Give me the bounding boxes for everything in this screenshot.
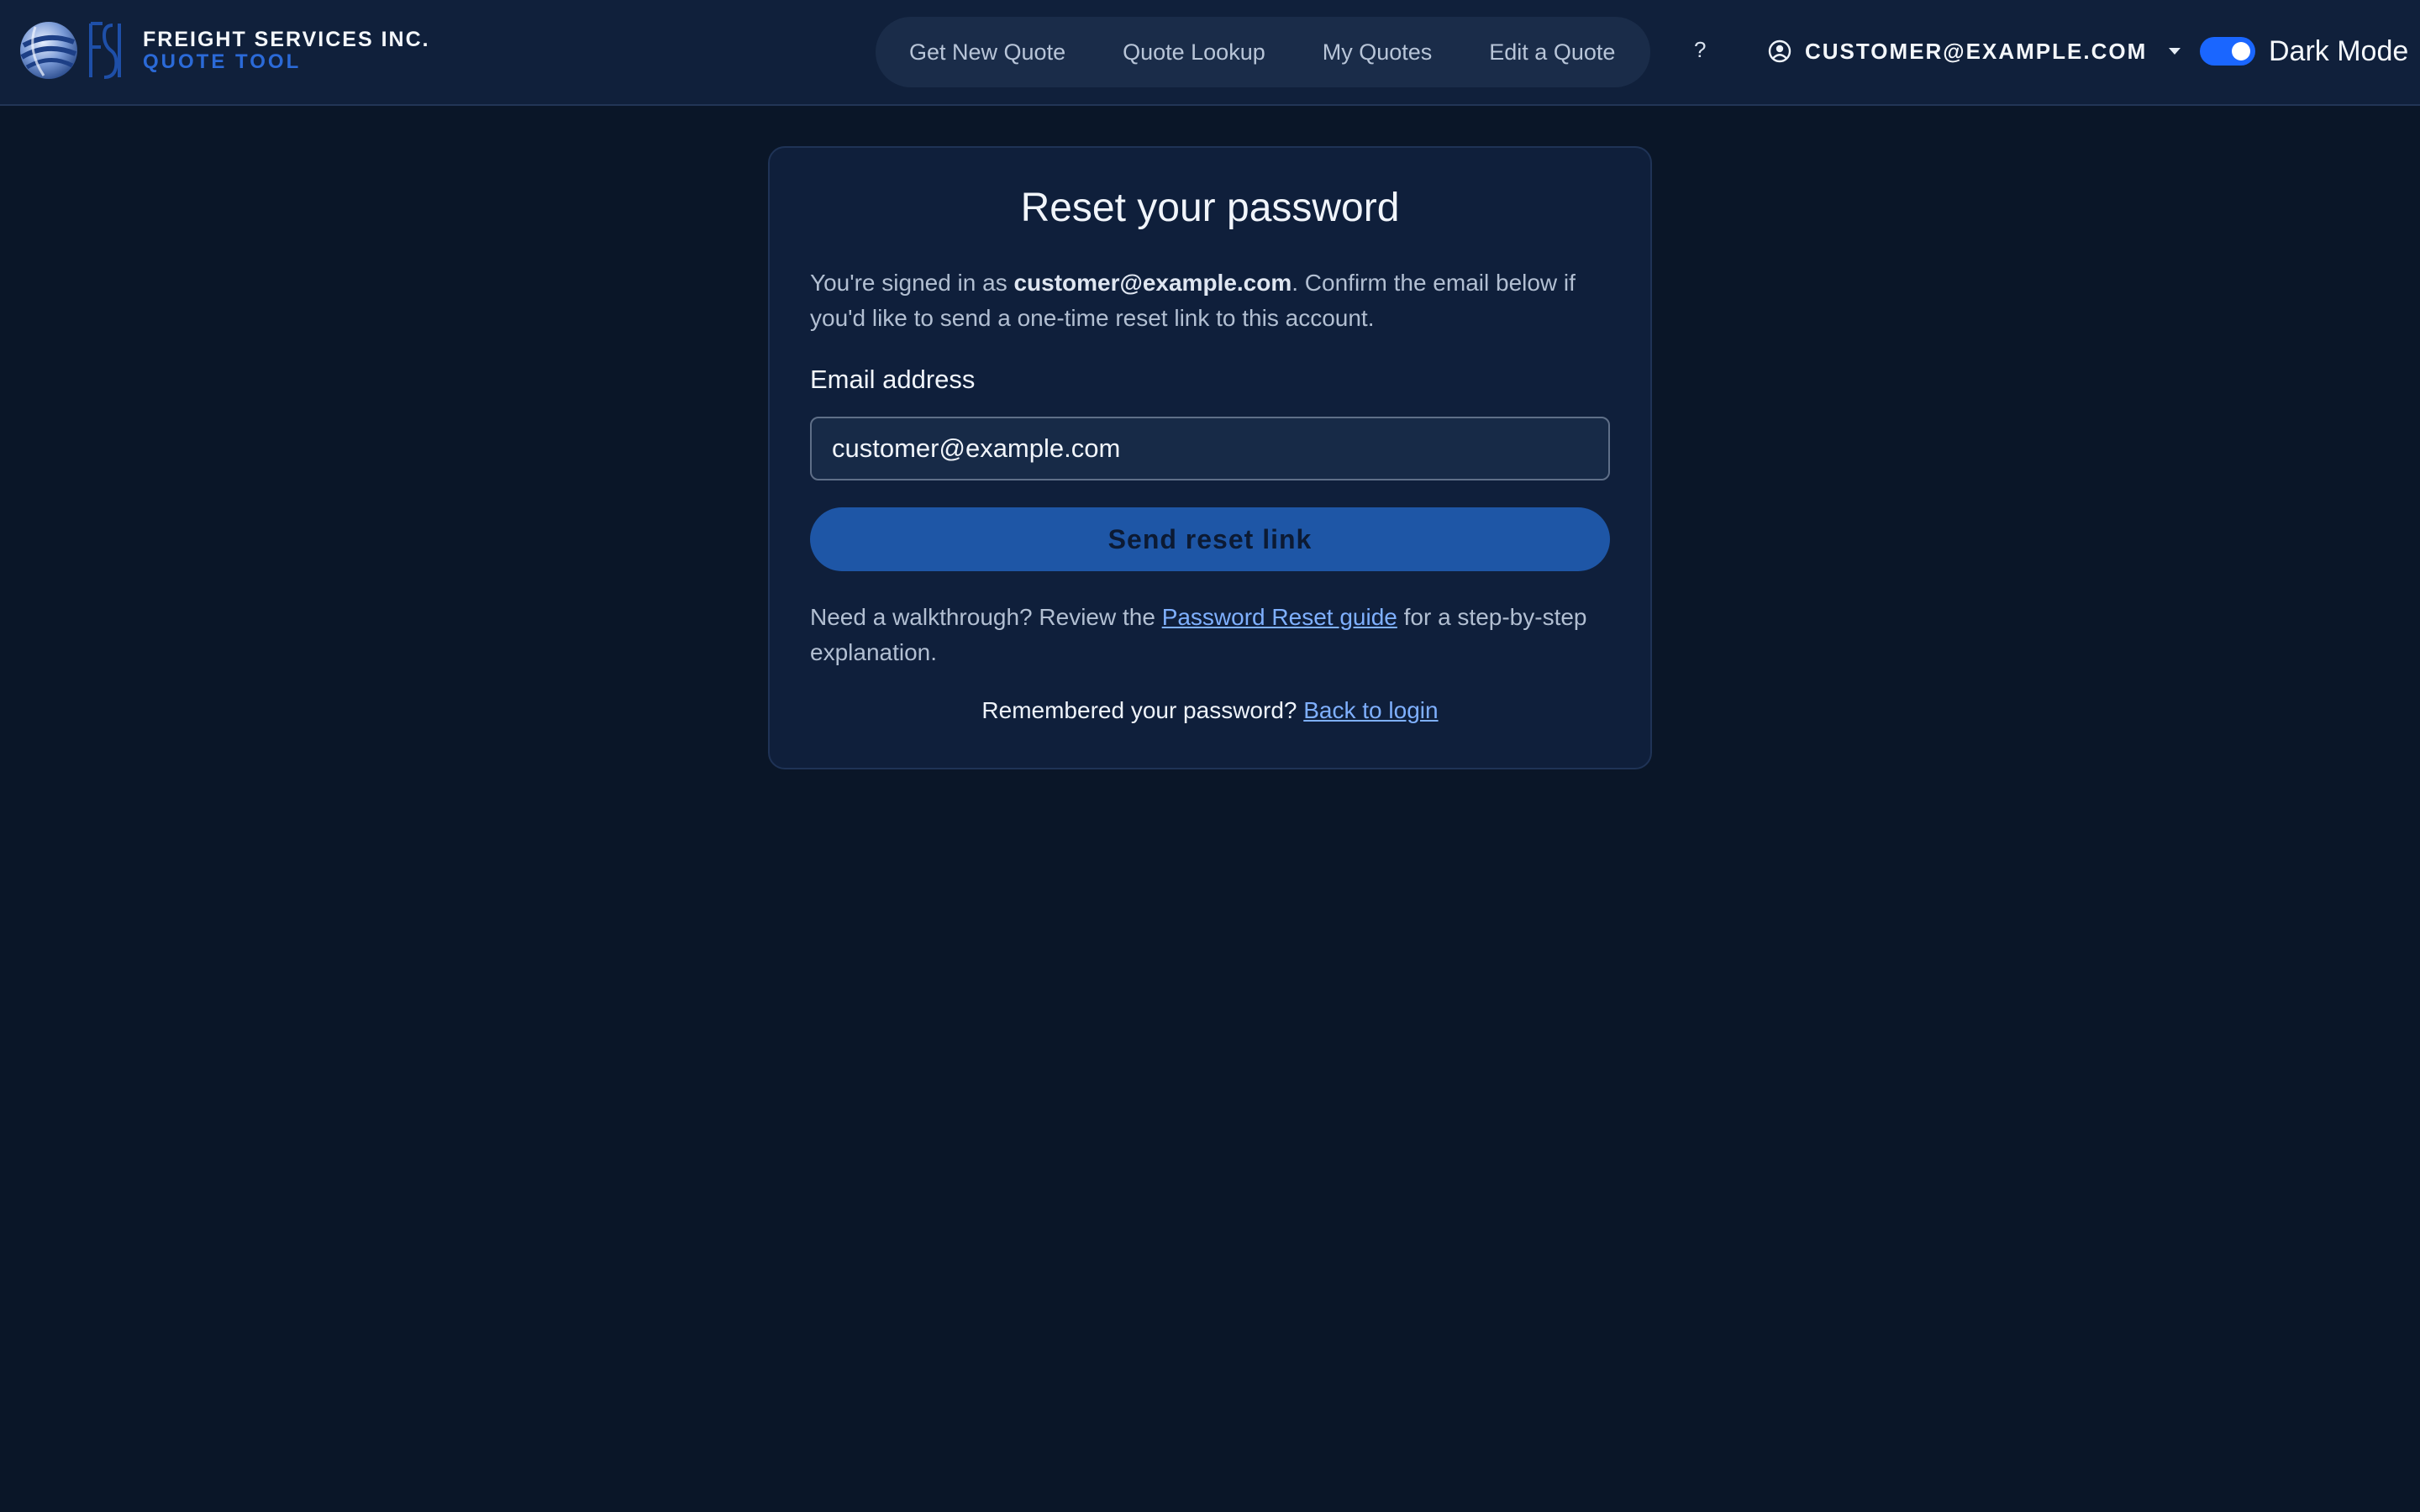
help-button[interactable]: ? xyxy=(1694,37,1706,63)
brand-subtitle: QUOTE TOOL xyxy=(143,50,302,73)
page-title: Reset your password xyxy=(1020,186,1400,230)
user-email: CUSTOMER@EXAMPLE.COM xyxy=(1805,38,2148,64)
fsi-monogram-icon xyxy=(89,22,121,79)
nav-get-new-quote[interactable]: Get New Quote xyxy=(909,39,1065,66)
walkthrough-text: Need a walkthrough? Review the Password … xyxy=(810,600,1617,670)
globe-logo-icon xyxy=(20,22,77,79)
dark-mode-switch[interactable] xyxy=(2200,37,2255,66)
email-field[interactable] xyxy=(810,417,1610,480)
chevron-down-icon xyxy=(2169,48,2181,55)
dark-mode-label: Dark Mode xyxy=(2269,34,2409,67)
back-to-login-link[interactable]: Back to login xyxy=(1303,697,1438,723)
signed-in-notice: You're signed in as customer@example.com… xyxy=(810,265,1617,336)
brand-name: FREIGHT SERVICES INC. xyxy=(143,27,430,51)
main-nav: Get New Quote Quote Lookup My Quotes Edi… xyxy=(876,17,1650,87)
nav-edit-a-quote[interactable]: Edit a Quote xyxy=(1489,39,1615,66)
email-label: Email address xyxy=(810,365,976,394)
switch-knob xyxy=(2232,42,2250,60)
dark-mode-toggle[interactable]: Dark Mode xyxy=(2200,34,2408,69)
reset-password-card: Reset your password You're signed in as … xyxy=(768,146,1652,769)
intro-prefix: You're signed in as xyxy=(810,270,1014,296)
top-navigation-bar: FREIGHT SERVICES INC. QUOTE TOOL Get New… xyxy=(0,0,2420,106)
brand-text: FREIGHT SERVICES INC. QUOTE TOOL xyxy=(143,29,430,72)
nav-my-quotes[interactable]: My Quotes xyxy=(1323,39,1433,66)
user-circle-icon xyxy=(1768,39,1791,63)
nav-quote-lookup[interactable]: Quote Lookup xyxy=(1123,39,1265,66)
back-to-login-row: Remembered your password? Back to login xyxy=(770,697,1650,724)
user-menu-dropdown[interactable]: CUSTOMER@EXAMPLE.COM xyxy=(1768,34,2181,69)
remember-prefix: Remembered your password? xyxy=(981,697,1304,723)
intro-email: customer@example.com xyxy=(1013,270,1292,296)
walkthrough-prefix: Need a walkthrough? Review the xyxy=(810,604,1162,630)
brand-logo[interactable]: FREIGHT SERVICES INC. QUOTE TOOL xyxy=(18,18,430,82)
password-reset-guide-link[interactable]: Password Reset guide xyxy=(1162,604,1397,630)
send-reset-link-button[interactable]: Send reset link xyxy=(810,507,1610,571)
